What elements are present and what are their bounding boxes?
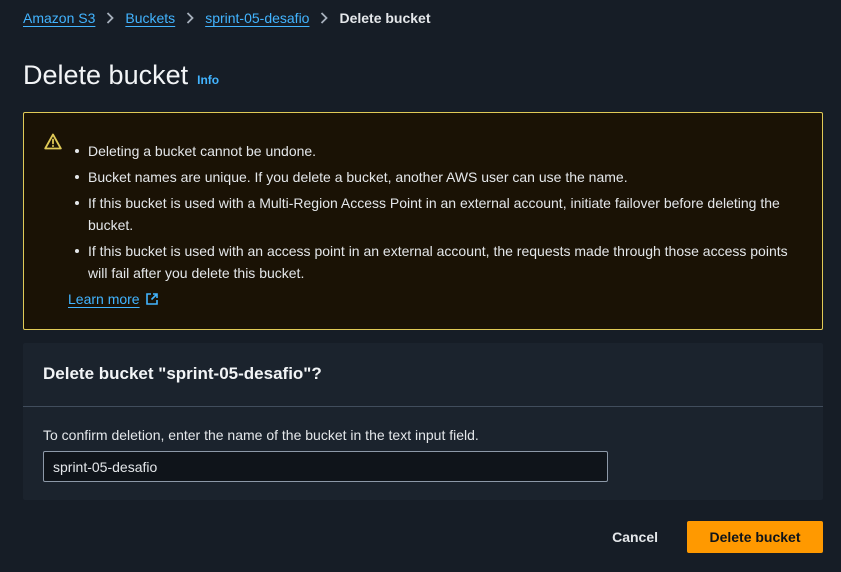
warning-list: Deleting a bucket cannot be undone. Buck… xyxy=(75,140,788,288)
cancel-button[interactable]: Cancel xyxy=(612,521,658,553)
form-actions: Cancel Delete bucket xyxy=(612,521,823,553)
breadcrumb-current: Delete bucket xyxy=(339,10,431,26)
page-header: Delete bucket Info xyxy=(23,60,219,91)
panel-title: Delete bucket "sprint-05-desafio"? xyxy=(43,364,322,383)
learn-more-label: Learn more xyxy=(68,291,140,307)
breadcrumb: Amazon S3 Buckets sprint-05-desafio Dele… xyxy=(23,8,431,28)
page-title: Delete bucket xyxy=(23,60,189,90)
confirm-label: To confirm deletion, enter the name of t… xyxy=(43,427,479,443)
warning-item: If this bucket is used with an access po… xyxy=(75,240,788,284)
warning-item: If this bucket is used with a Multi-Regi… xyxy=(75,192,788,236)
info-link[interactable]: Info xyxy=(197,73,219,87)
breadcrumb-buckets[interactable]: Buckets xyxy=(125,10,175,26)
warning-item: Deleting a bucket cannot be undone. xyxy=(75,140,788,162)
delete-bucket-button[interactable]: Delete bucket xyxy=(687,521,823,553)
warning-alert: Deleting a bucket cannot be undone. Buck… xyxy=(23,112,823,330)
warning-item: Bucket names are unique. If you delete a… xyxy=(75,166,788,188)
chevron-right-icon xyxy=(106,12,115,24)
panel-header: Delete bucket "sprint-05-desafio"? xyxy=(23,343,823,407)
panel-body: To confirm deletion, enter the name of t… xyxy=(23,407,823,500)
learn-more-link[interactable]: Learn more xyxy=(68,291,159,307)
confirm-delete-panel: Delete bucket "sprint-05-desafio"? To co… xyxy=(23,343,823,500)
breadcrumb-bucket-name[interactable]: sprint-05-desafio xyxy=(205,10,309,26)
bucket-name-input[interactable] xyxy=(43,451,608,482)
external-link-icon xyxy=(145,293,158,305)
chevron-right-icon xyxy=(320,12,329,24)
warning-icon xyxy=(44,133,62,150)
breadcrumb-amazon-s3[interactable]: Amazon S3 xyxy=(23,10,95,26)
chevron-right-icon xyxy=(186,12,194,24)
